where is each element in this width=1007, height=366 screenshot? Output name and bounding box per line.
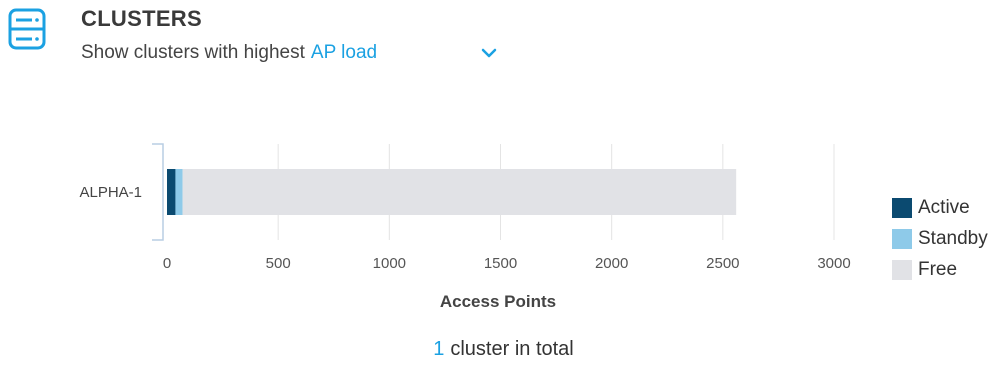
- legend-label: Active: [918, 196, 970, 218]
- x-tick-label: 2500: [706, 255, 739, 272]
- server-icon: [8, 8, 48, 52]
- bar-active[interactable]: [167, 169, 176, 215]
- legend-swatch: [892, 228, 912, 249]
- cluster-total: 1 cluster in total: [0, 338, 1007, 361]
- legend-item-active[interactable]: Active: [892, 192, 988, 223]
- legend-item-free[interactable]: Free: [892, 254, 988, 285]
- legend-swatch: [892, 259, 912, 280]
- x-axis-label: Access Points: [440, 292, 556, 311]
- x-tick-label: 500: [266, 255, 291, 272]
- legend-swatch: [892, 197, 912, 218]
- x-tick-label: 0: [163, 255, 171, 272]
- cluster-total-label: cluster in total: [450, 338, 574, 360]
- chevron-down-icon[interactable]: [480, 46, 498, 60]
- bar-free[interactable]: [182, 169, 737, 215]
- x-tick-label: 1500: [484, 255, 517, 272]
- category-axis: [152, 143, 164, 241]
- x-tick-label: 2000: [595, 255, 628, 272]
- category-label: ALPHA-1: [79, 184, 142, 201]
- x-tick-label: 3000: [817, 255, 850, 272]
- legend-label: Standby: [918, 227, 988, 249]
- legend-item-standby[interactable]: Standby: [892, 223, 988, 254]
- x-tick-label: 1000: [373, 255, 406, 272]
- cluster-load-chart: 0 500 1000 1500 2000 2500 3000 ALPHA-1 Access …: [79, 143, 851, 311]
- chart-legend: Active Standby Free: [892, 192, 988, 285]
- bar-standby[interactable]: [175, 169, 183, 215]
- page-title: CLUSTERS: [81, 6, 202, 31]
- legend-label: Free: [918, 258, 958, 280]
- subtitle-prefix: Show clusters with highest: [81, 42, 305, 63]
- subtitle: Show clusters with highest AP load: [81, 42, 377, 64]
- metric-selector[interactable]: AP load: [311, 42, 377, 63]
- cluster-count[interactable]: 1: [433, 338, 444, 360]
